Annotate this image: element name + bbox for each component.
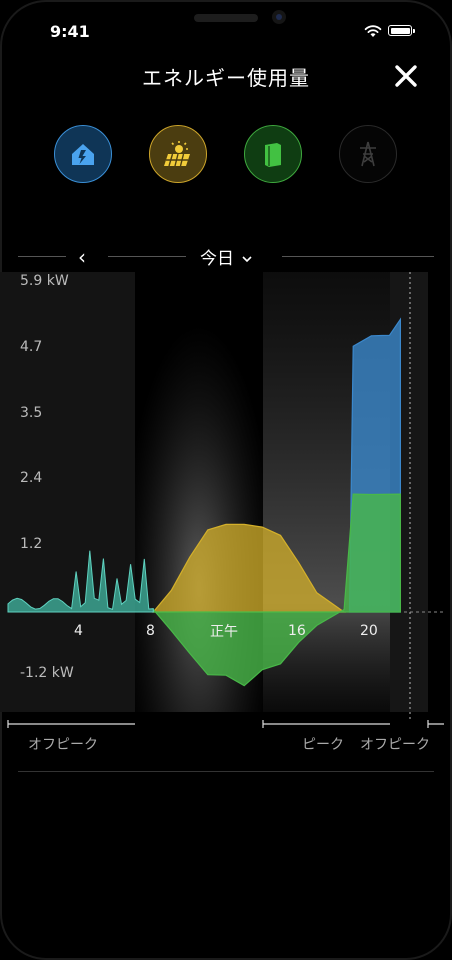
solar-source-button[interactable]	[149, 125, 207, 183]
divider-line	[282, 256, 434, 257]
home-source-button[interactable]	[54, 125, 112, 183]
wifi-icon	[364, 25, 382, 37]
offpeak-shade	[0, 272, 135, 712]
day-dropdown[interactable]: 今日	[200, 244, 253, 269]
grid-source-button[interactable]	[339, 125, 397, 183]
y-tick: 5.9 kW	[20, 273, 69, 289]
divider-line	[18, 256, 66, 257]
power-tower-icon	[360, 141, 376, 167]
status-bar: 9:41	[0, 0, 452, 60]
speaker	[194, 14, 258, 22]
x-tick: 正午	[210, 624, 238, 640]
chevron-down-icon	[242, 256, 252, 263]
x-tick: 8	[146, 623, 155, 639]
y-tick: 3.5	[20, 405, 43, 421]
x-tick: 16	[288, 623, 306, 639]
clock: 9:41	[50, 22, 90, 41]
chart-canvas	[0, 272, 444, 722]
x-tick: 4	[74, 623, 83, 639]
close-icon[interactable]	[392, 62, 420, 90]
offpeak-label: オフピーク	[28, 737, 98, 753]
solar-panel-icon	[164, 141, 190, 167]
divider-line	[108, 256, 186, 257]
energy-chart[interactable]: 5.9 kW 4.7 3.5 2.4 1.2 -1.2 kW 4 8 正午 16…	[0, 272, 452, 732]
period-brackets	[7, 720, 444, 728]
day-label: 今日	[200, 249, 234, 269]
y-tick: 1.2	[20, 536, 43, 552]
divider-line	[18, 771, 434, 772]
y-tick: -1.2 kW	[20, 665, 74, 681]
page-title: エネルギー使用量	[142, 66, 310, 90]
battery-icon	[388, 25, 415, 36]
camera	[272, 10, 286, 24]
previous-day-button[interactable]: ‹	[78, 245, 86, 269]
powerwall-icon	[265, 143, 281, 167]
house-icon	[72, 144, 94, 165]
y-tick: 4.7	[20, 339, 43, 355]
x-tick: 20	[360, 623, 378, 639]
peak-label: ピーク	[302, 737, 344, 753]
phone-screen: 9:41 エネルギー使用量 ‹ 今日 5.9 kW 4.7 3.5 2.4 1.…	[0, 0, 452, 960]
powerwall-source-button[interactable]	[244, 125, 302, 183]
day-selector: ‹ 今日	[0, 243, 452, 271]
offpeak-label: オフピーク	[360, 737, 430, 753]
y-tick: 2.4	[20, 470, 43, 486]
energy-source-icons	[0, 125, 452, 185]
